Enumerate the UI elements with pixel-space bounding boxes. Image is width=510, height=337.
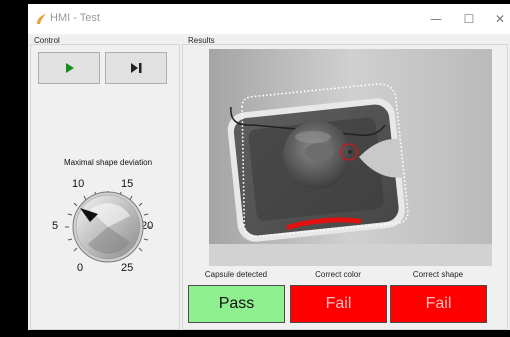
play-icon: [66, 63, 74, 73]
title-bar: HMI - Test — ☐ ✕: [28, 4, 510, 34]
correct-color-label: Correct color: [315, 270, 361, 279]
app-icon: [37, 14, 46, 24]
minimize-button[interactable]: —: [425, 9, 447, 29]
hmi-window: HMI - Test — ☐ ✕ Control Maximal shape d…: [28, 4, 510, 330]
correct-shape-label: Correct shape: [412, 270, 464, 279]
play-button[interactable]: [38, 52, 100, 84]
step-forward-button[interactable]: [105, 52, 167, 84]
knob-label: Maximal shape deviation: [63, 158, 153, 167]
window-title: HMI - Test: [50, 12, 100, 24]
capsule-detected-status: Pass: [188, 285, 285, 323]
close-button[interactable]: ✕: [489, 9, 510, 29]
step-forward-icon: [131, 63, 142, 73]
shape-deviation-knob[interactable]: [58, 186, 158, 266]
camera-image: [209, 49, 492, 266]
correct-color-status: Fail: [290, 285, 387, 323]
correct-shape-status: Fail: [390, 285, 487, 323]
capsule-detected-label: Capsule detected: [204, 270, 268, 279]
maximize-button[interactable]: ☐: [458, 9, 480, 29]
